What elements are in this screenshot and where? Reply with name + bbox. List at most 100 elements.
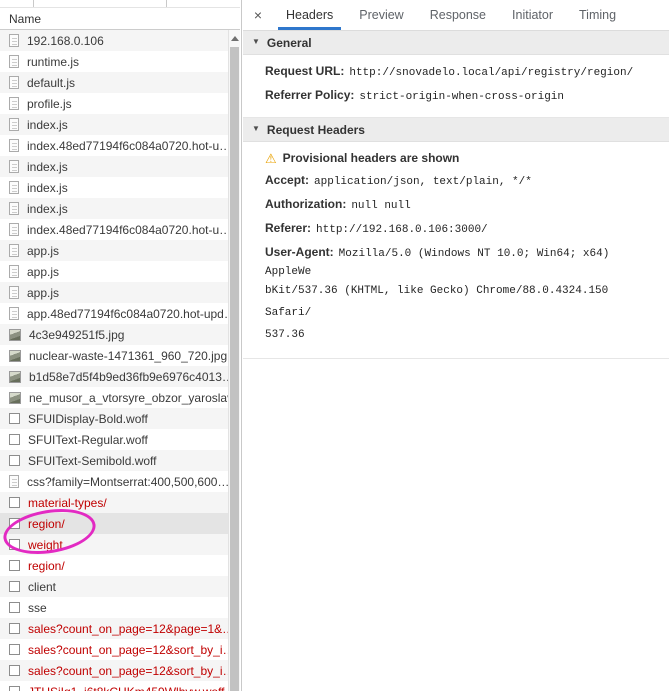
section-title: General	[266, 35, 312, 50]
network-request-row[interactable]: index.48ed77194f6c084a0720.hot-u…	[0, 219, 228, 240]
square-icon	[9, 581, 20, 592]
network-request-row[interactable]: sales?count_on_page=12&sort_by_i…	[0, 639, 228, 660]
network-request-row[interactable]: index.js	[0, 114, 228, 135]
request-name-label: b1d58e7d5f4b9ed36fb9e6976c4013…	[29, 369, 228, 384]
network-request-row[interactable]: css?family=Montserrat:400,500,600…	[0, 471, 228, 492]
network-request-row[interactable]: region/	[0, 513, 228, 534]
network-request-row[interactable]: runtime.js	[0, 51, 228, 72]
request-name-label: sales?count_on_page=12&page=1&…	[28, 621, 228, 636]
request-name-label: SFUIText-Regular.woff	[28, 432, 148, 447]
tab-timing[interactable]: Timing	[566, 0, 629, 30]
request-name-label: index.js	[27, 159, 68, 174]
document-icon	[9, 97, 19, 110]
request-name-label: 192.168.0.106	[27, 33, 104, 48]
headers-sections: ▼ General Request URL: http://snovadelo.l…	[243, 31, 669, 359]
square-icon	[9, 497, 20, 508]
network-request-row[interactable]: weight	[0, 534, 228, 555]
request-name-label: SFUIText-Semibold.woff	[28, 453, 157, 468]
network-request-row[interactable]: sales?count_on_page=12&sort_by_i…	[0, 660, 228, 681]
network-request-row[interactable]: index.js	[0, 156, 228, 177]
header-name: Referer:	[265, 221, 312, 235]
tabs-container: Headers Preview Response Initiator Timing	[273, 0, 629, 30]
network-request-row[interactable]: 192.168.0.106	[0, 30, 228, 51]
request-name-label: sales?count_on_page=12&sort_by_i…	[28, 642, 228, 657]
image-icon	[9, 328, 21, 341]
network-request-row[interactable]: SFUIDisplay-Bold.woff	[0, 408, 228, 429]
request-name-label: runtime.js	[27, 54, 80, 69]
network-request-row[interactable]: profile.js	[0, 93, 228, 114]
request-name-label: nuclear-waste-1471361_960_720.jpg	[29, 348, 228, 363]
request-name-label: SFUIDisplay-Bold.woff	[28, 411, 148, 426]
headers-section: ▼ General Request URL: http://snovadelo.l…	[243, 31, 669, 118]
document-icon	[9, 118, 19, 131]
square-icon	[9, 455, 20, 466]
network-request-list-panel: Name 192.168.0.106 runtime.js default.js…	[0, 0, 242, 691]
image-icon	[9, 370, 21, 383]
network-request-row[interactable]: index.js	[0, 177, 228, 198]
document-icon	[9, 139, 19, 152]
tab-preview[interactable]: Preview	[346, 0, 416, 30]
request-name-label: index.48ed77194f6c084a0720.hot-u…	[27, 222, 228, 237]
network-request-row[interactable]: ne_musor_a_vtorsyre_obzor_yaroslav…	[0, 387, 228, 408]
header-entry: Request URL: http://snovadelo.local/api/r…	[243, 60, 669, 84]
header-value-line: 537.36	[265, 329, 305, 341]
scroll-up-arrow-icon[interactable]	[229, 34, 240, 44]
network-request-row[interactable]: sales?count_on_page=12&page=1&…	[0, 618, 228, 639]
network-request-list: 192.168.0.106 runtime.js default.js prof…	[0, 30, 228, 691]
tab-headers[interactable]: Headers	[273, 0, 346, 30]
section-body: ⚠ Provisional headers are shown Accept: a…	[243, 142, 669, 359]
scrollbar-thumb[interactable]	[230, 47, 239, 691]
network-request-row[interactable]: SFUIText-Regular.woff	[0, 429, 228, 450]
name-column-header[interactable]: Name	[0, 7, 240, 30]
request-name-label: profile.js	[27, 96, 72, 111]
network-request-row[interactable]: app.48ed77194f6c084a0720.hot-upd…	[0, 303, 228, 324]
document-icon	[9, 202, 19, 215]
image-icon	[9, 391, 21, 404]
section-header[interactable]: ▼ Request Headers	[243, 118, 669, 142]
network-request-row[interactable]: material-types/	[0, 492, 228, 513]
section-title: Request Headers	[266, 122, 365, 137]
network-request-row[interactable]: app.js	[0, 282, 228, 303]
header-value-line: bKit/537.36 (KHTML, like Gecko) Chrome/8…	[265, 285, 609, 319]
list-scrollbar[interactable]	[228, 30, 240, 691]
network-request-row[interactable]: app.js	[0, 240, 228, 261]
close-icon[interactable]: ×	[243, 0, 273, 30]
divider	[166, 0, 167, 7]
header-entry: Accept: application/json, text/plain, */*	[243, 169, 669, 193]
request-name-label: sales?count_on_page=12&sort_by_i…	[28, 663, 228, 678]
header-value: http://snovadelo.local/api/registry/regi…	[349, 67, 634, 79]
square-icon	[9, 560, 20, 571]
warning-text: Provisional headers are shown	[282, 151, 460, 165]
network-request-row[interactable]: app.js	[0, 261, 228, 282]
network-request-row[interactable]: region/	[0, 555, 228, 576]
request-name-label: weight	[28, 537, 63, 552]
tab-response[interactable]: Response	[417, 0, 499, 30]
network-request-row[interactable]: client	[0, 576, 228, 597]
details-tabbar: × Headers Preview Response Initiator Timing	[243, 0, 669, 31]
tab-initiator[interactable]: Initiator	[499, 0, 566, 30]
header-value: strict-origin-when-cross-origin	[359, 91, 565, 103]
square-icon	[9, 434, 20, 445]
request-name-label: default.js	[27, 75, 76, 90]
network-request-row[interactable]: JTUSjIg1_i6t8kCHKm459Wlhyw.woff	[0, 681, 228, 691]
request-name-label: 4c3e949251f5.jpg	[29, 327, 125, 342]
request-name-label: ne_musor_a_vtorsyre_obzor_yaroslav…	[29, 390, 228, 405]
square-icon	[9, 665, 20, 676]
header-entry: Authorization: null null	[243, 193, 669, 217]
network-request-row[interactable]: index.48ed77194f6c084a0720.hot-u…	[0, 135, 228, 156]
network-request-row[interactable]: b1d58e7d5f4b9ed36fb9e6976c4013…	[0, 366, 228, 387]
network-request-row[interactable]: index.js	[0, 198, 228, 219]
network-request-row[interactable]: sse	[0, 597, 228, 618]
document-icon	[9, 55, 19, 68]
request-name-label: app.js	[27, 243, 60, 258]
request-name-label: client	[28, 579, 57, 594]
header-value: null null	[351, 200, 411, 212]
request-name-label: region/	[28, 516, 65, 531]
section-header[interactable]: ▼ General	[243, 31, 669, 55]
request-name-label: index.js	[27, 117, 68, 132]
network-request-row[interactable]: SFUIText-Semibold.woff	[0, 450, 228, 471]
network-request-row[interactable]: nuclear-waste-1471361_960_720.jpg	[0, 345, 228, 366]
document-icon	[9, 223, 19, 236]
network-request-row[interactable]: default.js	[0, 72, 228, 93]
network-request-row[interactable]: 4c3e949251f5.jpg	[0, 324, 228, 345]
